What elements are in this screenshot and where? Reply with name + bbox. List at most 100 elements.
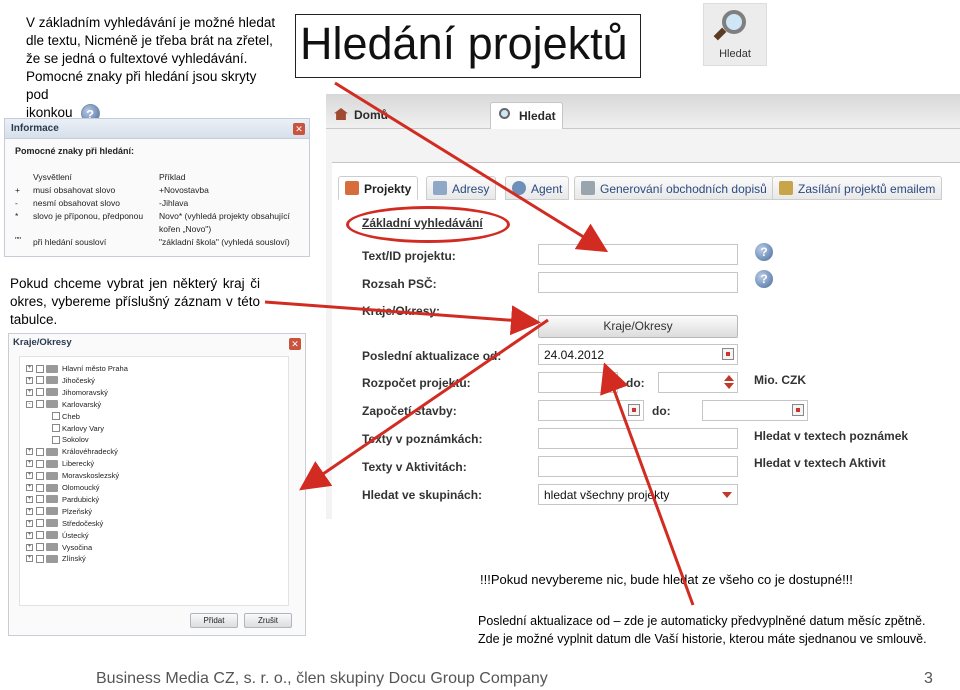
checkbox[interactable] <box>36 388 44 397</box>
close-icon[interactable]: ✕ <box>293 123 305 135</box>
symbol-cell: + <box>15 185 20 195</box>
tab-zasilani[interactable]: Zasílání projektů emailem <box>772 176 943 200</box>
tab-domu[interactable]: Domů <box>326 102 394 129</box>
expand-icon[interactable]: + <box>26 507 33 515</box>
folder-icon <box>46 471 58 480</box>
tree-item[interactable]: + Liberecký <box>26 458 94 469</box>
explain-cell: nesmí obsahovat slovo <box>33 198 120 208</box>
expand-icon[interactable]: + <box>26 484 33 491</box>
kraje-button[interactable]: Kraje/Okresy <box>538 315 738 338</box>
checkbox[interactable] <box>52 412 60 421</box>
checkbox[interactable] <box>36 447 44 456</box>
notes-input[interactable] <box>538 428 738 449</box>
add-button[interactable]: Přidat <box>190 613 238 628</box>
explain-cell: při hledání sousloví <box>33 237 107 247</box>
expand-icon[interactable]: + <box>26 531 33 539</box>
checkbox[interactable] <box>36 376 44 385</box>
expand-icon[interactable]: + <box>26 495 33 503</box>
tree-item[interactable]: + Královéhradecký <box>26 446 118 457</box>
tree-item[interactable]: + Plzeňský <box>26 506 92 517</box>
tab-generovani[interactable]: Generování obchodních dopisů <box>574 176 774 200</box>
checkbox[interactable] <box>52 435 60 444</box>
hledat-button[interactable]: Hledat <box>703 3 767 66</box>
expand-icon[interactable]: + <box>26 388 33 396</box>
start-to-input[interactable] <box>702 400 808 421</box>
expand-icon[interactable]: + <box>26 448 33 456</box>
calendar-icon[interactable] <box>722 348 734 360</box>
tab-agent[interactable]: Agent <box>505 176 570 200</box>
tree-item-label: Olomoucký <box>62 483 100 492</box>
collapse-icon[interactable]: - <box>26 400 33 408</box>
tree-item[interactable]: + Olomoucký <box>26 482 100 493</box>
tree-item[interactable]: - Karlovarský <box>26 399 101 410</box>
checkbox[interactable] <box>36 519 44 528</box>
checkbox[interactable] <box>36 364 44 373</box>
help-icon[interactable]: ? <box>755 270 773 288</box>
expand-icon[interactable]: + <box>26 376 33 384</box>
checkbox[interactable] <box>36 471 44 480</box>
checkbox[interactable] <box>36 400 44 409</box>
tab-hledat[interactable]: Hledat <box>490 102 563 129</box>
tree-item[interactable]: Karlovy Vary <box>42 423 104 434</box>
expand-icon[interactable]: + <box>26 555 33 563</box>
tree-item[interactable]: + Jihomoravský <box>26 387 108 398</box>
checkbox[interactable] <box>36 483 44 492</box>
tree-item[interactable]: + Moravskoslezský <box>26 470 119 481</box>
tree-item[interactable]: + Vysočina <box>26 542 92 553</box>
folder-icon <box>46 400 58 409</box>
cancel-button[interactable]: Zrušit <box>244 613 292 628</box>
spinner-icon[interactable] <box>603 374 615 391</box>
folder-icon <box>46 495 58 504</box>
tab-adresy[interactable]: Adresy <box>426 176 497 200</box>
checkbox[interactable] <box>36 459 44 468</box>
address-icon <box>433 181 447 195</box>
calendar-icon[interactable] <box>792 404 804 416</box>
checkbox[interactable] <box>36 554 44 563</box>
tree-item[interactable]: + Ústecký <box>26 530 89 541</box>
tree-item[interactable]: + Zlínský <box>26 553 86 564</box>
tree-item-label: Liberecký <box>62 459 95 469</box>
projects-icon <box>345 181 359 195</box>
info-panel: Informace ✕ Pomocné znaky při hledání: V… <box>4 118 310 257</box>
tree-item[interactable]: + Hlavní město Praha <box>26 363 128 374</box>
calendar-icon[interactable] <box>628 404 640 416</box>
expand-icon[interactable]: + <box>26 519 33 527</box>
letter-icon <box>581 181 595 195</box>
checkbox[interactable] <box>36 531 44 540</box>
checkbox[interactable] <box>36 495 44 504</box>
activities-input[interactable] <box>538 456 738 477</box>
psc-input[interactable] <box>538 272 738 293</box>
mio-czk-label: Mio. CZK <box>754 373 806 387</box>
help-icon[interactable]: ? <box>755 243 773 261</box>
folder-icon <box>46 507 58 516</box>
tree-item[interactable]: + Pardubický <box>26 494 99 505</box>
tree-item[interactable]: Cheb <box>42 411 80 422</box>
tree-item[interactable]: + Jihočeský <box>26 375 95 386</box>
groups-select[interactable]: hledat všechny projekty <box>538 484 738 505</box>
expand-icon[interactable]: + <box>26 543 33 551</box>
checkbox[interactable] <box>36 507 44 516</box>
budget-from-input[interactable] <box>538 372 618 393</box>
text-id-input[interactable] <box>538 244 738 265</box>
checkbox[interactable] <box>36 543 44 551</box>
tree-item-label: Hlavní město Praha <box>62 364 128 373</box>
close-icon[interactable]: ✕ <box>289 338 301 350</box>
tab-label: Projekty <box>364 182 412 196</box>
tree-item[interactable]: Sokolov <box>42 434 89 445</box>
expand-icon[interactable]: + <box>26 365 33 372</box>
expand-icon[interactable]: + <box>26 460 33 468</box>
info-panel-title: Informace <box>5 119 309 139</box>
folder-icon <box>46 543 58 551</box>
clock-icon <box>512 181 526 195</box>
example-cell: kořen „Novo") <box>159 224 212 234</box>
tree-item-label: Královéhradecký <box>62 447 118 457</box>
tree-item[interactable]: + Středočeský <box>26 518 103 529</box>
last-update-input[interactable]: 24.04.2012 <box>538 344 738 365</box>
start-from-input[interactable] <box>538 400 644 421</box>
tab-projekty[interactable]: Projekty <box>338 176 419 200</box>
expand-icon[interactable]: + <box>26 472 33 480</box>
email-icon <box>779 181 793 195</box>
budget-to-input[interactable] <box>658 372 738 393</box>
checkbox[interactable] <box>52 424 60 432</box>
spinner-icon[interactable] <box>723 374 735 391</box>
